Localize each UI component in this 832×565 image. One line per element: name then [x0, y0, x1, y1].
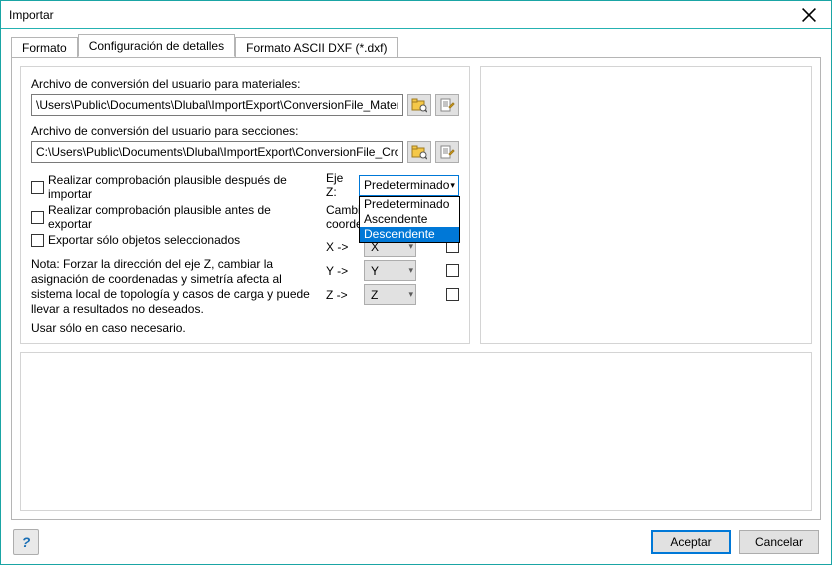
window-title: Importar [9, 8, 54, 22]
check-after-import-row[interactable]: Realizar comprobación plausible después … [31, 173, 316, 201]
left-column: Realizar comprobación plausible después … [31, 171, 316, 336]
eje-z-option-descendente[interactable]: Descendente [360, 227, 459, 242]
tab-label: Formato ASCII DXF (*.dxf) [246, 41, 387, 55]
check-after-import-label: Realizar comprobación plausible después … [48, 173, 316, 201]
right-column: Eje Z: Predeterminado ▾ Predeterminado A… [316, 171, 459, 336]
edit-icon [439, 97, 455, 113]
eje-z-row: Eje Z: Predeterminado ▾ Predeterminado A… [326, 171, 459, 199]
content-area: Formato Configuración de detalles Format… [1, 29, 831, 520]
tab-configuracion-detalles[interactable]: Configuración de detalles [78, 34, 235, 57]
coord-y-label: Y -> [326, 264, 358, 278]
help-icon: ? [22, 534, 31, 550]
footer: ? Aceptar Cancelar [1, 520, 831, 564]
browse-icon [411, 144, 427, 160]
export-selected-label: Exportar sólo objetos seleccionados [48, 233, 240, 247]
check-after-import-checkbox[interactable] [31, 181, 44, 194]
eje-z-dropdown: Predeterminado Ascendente Descendente [359, 196, 460, 243]
help-button[interactable]: ? [13, 529, 39, 555]
chevron-down-icon: ▾ [408, 265, 413, 276]
sections-conversion-label: Archivo de conversión del usuario para s… [31, 124, 459, 138]
materials-path-row [31, 94, 459, 116]
materials-browse-button[interactable] [407, 94, 431, 116]
tab-panel: Archivo de conversión del usuario para m… [11, 57, 821, 520]
coord-z-label: Z -> [326, 288, 358, 302]
eje-z-option-predeterminado[interactable]: Predeterminado [360, 197, 459, 212]
coord-z-mirror-checkbox[interactable] [446, 288, 459, 301]
materials-path-input[interactable] [31, 94, 403, 116]
eje-z-value: Predeterminado [364, 178, 449, 192]
sections-edit-button[interactable] [435, 141, 459, 163]
ok-label: Aceptar [670, 535, 711, 549]
tab-formato[interactable]: Formato [11, 37, 78, 58]
use-only-necessary-note: Usar sólo en caso necesario. [31, 321, 316, 336]
bottom-group [20, 352, 812, 511]
close-icon [801, 7, 817, 23]
check-before-export-row[interactable]: Realizar comprobación plausible antes de… [31, 203, 316, 231]
coord-row-z: Z -> Z ▾ [326, 284, 459, 305]
eje-z-label: Eje Z: [326, 171, 353, 199]
materials-edit-button[interactable] [435, 94, 459, 116]
import-dialog: Importar Formato Configuración de detall… [0, 0, 832, 565]
coord-z-select[interactable]: Z ▾ [364, 284, 416, 305]
materials-conversion-label: Archivo de conversión del usuario para m… [31, 77, 459, 91]
coord-y-select[interactable]: Y ▾ [364, 260, 416, 281]
preview-group [480, 66, 812, 344]
coord-row-y: Y -> Y ▾ [326, 260, 459, 281]
tab-formato-ascii-dxf[interactable]: Formato ASCII DXF (*.dxf) [235, 37, 398, 58]
settings-group: Archivo de conversión del usuario para m… [20, 66, 470, 344]
chevron-down-icon: ▾ [408, 241, 413, 252]
coord-z-value: Z [371, 288, 378, 302]
check-before-export-label: Realizar comprobación plausible antes de… [48, 203, 316, 231]
close-button[interactable] [787, 1, 831, 28]
browse-icon [411, 97, 427, 113]
edit-icon [439, 144, 455, 160]
eje-z-option-ascendente[interactable]: Ascendente [360, 212, 459, 227]
tab-strip: Formato Configuración de detalles Format… [11, 35, 821, 57]
two-column-area: Realizar comprobación plausible después … [31, 171, 459, 336]
coord-x-label: X -> [326, 240, 358, 254]
sections-path-row [31, 141, 459, 163]
chevron-down-icon: ▾ [408, 289, 413, 300]
tab-label: Formato [22, 41, 67, 55]
chevron-down-icon: ▾ [449, 180, 456, 191]
sections-browse-button[interactable] [407, 141, 431, 163]
coord-y-value: Y [371, 264, 379, 278]
top-row: Archivo de conversión del usuario para m… [20, 66, 812, 344]
sections-path-input[interactable] [31, 141, 403, 163]
cancel-button[interactable]: Cancelar [739, 530, 819, 554]
cancel-label: Cancelar [755, 535, 803, 549]
coord-y-mirror-checkbox[interactable] [446, 264, 459, 277]
tab-label: Configuración de detalles [89, 39, 224, 53]
titlebar: Importar [1, 1, 831, 29]
ok-button[interactable]: Aceptar [651, 530, 731, 554]
check-before-export-checkbox[interactable] [31, 211, 44, 224]
force-z-note: Nota: Forzar la dirección del eje Z, cam… [31, 257, 316, 317]
eje-z-select[interactable]: Predeterminado ▾ Predeterminado Ascenden… [359, 175, 459, 196]
export-selected-checkbox[interactable] [31, 234, 44, 247]
export-selected-row[interactable]: Exportar sólo objetos seleccionados [31, 233, 316, 247]
